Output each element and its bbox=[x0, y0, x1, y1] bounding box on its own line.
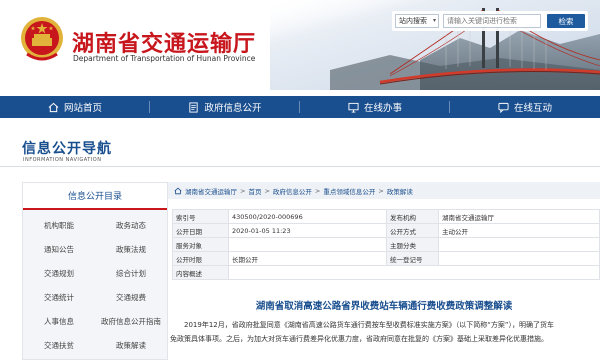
search-scope-label: 站内搜索 bbox=[399, 17, 427, 25]
computer-icon bbox=[348, 102, 359, 113]
article-title: 湖南省取消高速公路省界收费站车辆通行费收费政策调整解读 bbox=[255, 301, 513, 312]
info-value: 2020-01-05 11:23 bbox=[228, 223, 387, 238]
breadcrumb-link[interactable]: 首页 bbox=[248, 186, 261, 196]
sidebar-item[interactable]: 政策法规 bbox=[95, 244, 167, 255]
sidebar-item[interactable]: 政府信息公开指南 bbox=[95, 316, 167, 327]
sidebar-item[interactable]: 交通规划 bbox=[23, 268, 95, 279]
sidebar-item[interactable]: 综合计划 bbox=[95, 268, 167, 279]
sidebar-item[interactable]: 交通规费 bbox=[95, 292, 167, 303]
breadcrumb-separator: > bbox=[264, 186, 270, 195]
breadcrumb-separator: > bbox=[378, 186, 384, 195]
sidebar-row: 人事信息 政府信息公开指南 bbox=[23, 309, 167, 333]
sidebar-item[interactable]: 交通统计 bbox=[23, 292, 95, 303]
table-row: 公开日期 2020-01-05 11:23 公开方式 主动公开 bbox=[172, 223, 600, 238]
sidebar-grid: 机构职能 政务动态 通知公告 政策法规 交通规划 综合计划 交通统计 交通规费 … bbox=[23, 213, 167, 357]
info-value bbox=[438, 237, 600, 252]
info-key: 公开时限 bbox=[172, 251, 229, 266]
main-nav: 网站首页 政府信息公开 在线办事 在线互动 bbox=[0, 96, 600, 118]
section-title: 信息公开导航 bbox=[22, 141, 112, 157]
sidebar-item[interactable]: 政策解读 bbox=[95, 340, 167, 351]
sidebar-item[interactable]: 机构职能 bbox=[23, 220, 95, 231]
site-subtitle: Department of Transportation of Hunan Pr… bbox=[73, 54, 256, 63]
nav-label: 网站首页 bbox=[63, 103, 102, 114]
info-key: 内容概述 bbox=[172, 265, 229, 280]
sidebar-item[interactable]: 人事信息 bbox=[23, 316, 95, 327]
sidebar-heading: 信息公开目录 bbox=[23, 183, 167, 210]
sidebar-item[interactable]: 政务动态 bbox=[95, 220, 167, 231]
info-value: 主动公开 bbox=[438, 223, 600, 238]
info-key: 索引号 bbox=[172, 209, 229, 224]
sidebar-row: 通知公告 政策法规 bbox=[23, 237, 167, 261]
document-icon bbox=[189, 101, 199, 113]
breadcrumb-separator: > bbox=[314, 186, 321, 195]
info-key: 服务对象 bbox=[172, 237, 229, 252]
info-key: 公开方式 bbox=[386, 223, 439, 238]
main-content: 湖南省交通运输厅 > 首页 > 政府信息公开 > 重点领域信息公开 > 政策解读… bbox=[168, 182, 600, 360]
sidebar-item[interactable]: 通知公告 bbox=[23, 244, 95, 255]
search-button[interactable]: 检索 bbox=[547, 14, 585, 28]
info-value: 湖南省交通运输厅 bbox=[438, 209, 600, 224]
table-row: 内容概述 bbox=[172, 265, 600, 280]
nav-label: 政府信息公开 bbox=[204, 103, 262, 114]
breadcrumb-link[interactable]: 重点领域信息公开 bbox=[323, 186, 375, 196]
national-emblem-icon bbox=[21, 17, 63, 61]
sidebar-item[interactable]: 交通扶贫 bbox=[23, 340, 95, 351]
info-key: 发布机构 bbox=[386, 209, 439, 224]
info-value bbox=[438, 251, 600, 266]
table-row: 索引号 430500/2020-000696 发布机构 湖南省交通运输厅 bbox=[172, 209, 600, 224]
table-row: 服务对象 主题分类 bbox=[172, 237, 600, 252]
chat-icon bbox=[498, 102, 509, 113]
chevron-down-icon: ▾ bbox=[432, 17, 436, 24]
breadcrumb-link[interactable]: 湖南省交通运输厅 bbox=[185, 186, 237, 196]
nav-label: 在线互动 bbox=[513, 103, 552, 114]
nav-item-online-interaction[interactable]: 在线互动 bbox=[450, 96, 600, 118]
nav-item-home[interactable]: 网站首页 bbox=[0, 96, 150, 118]
section-divider bbox=[0, 166, 600, 167]
search-bar: 站内搜索 ▾ 检索 bbox=[392, 11, 588, 31]
info-value: 长期公开 bbox=[228, 251, 387, 266]
nav-item-gov-info[interactable]: 政府信息公开 bbox=[150, 96, 300, 118]
breadcrumb-separator: > bbox=[240, 186, 246, 195]
info-key: 公开日期 bbox=[172, 223, 229, 238]
info-key: 统一登记号 bbox=[386, 251, 439, 266]
nav-label: 在线办事 bbox=[363, 103, 402, 114]
sidebar-row: 机构职能 政务动态 bbox=[23, 213, 167, 237]
sidebar-row: 交通统计 交通规费 bbox=[23, 285, 167, 309]
breadcrumb: 湖南省交通运输厅 > 首页 > 政府信息公开 > 重点领域信息公开 > 政策解读 bbox=[168, 182, 600, 199]
article-paragraph: 免政策具体事项。之后，为加大对货车通行费差异化优惠力度，省政府同意在批复的《方案… bbox=[170, 335, 548, 343]
info-value bbox=[228, 265, 600, 280]
info-key: 主题分类 bbox=[386, 237, 439, 252]
site-header: 湖南省交通运输厅 Department of Transportation of… bbox=[0, 0, 600, 90]
table-row: 公开时限 长期公开 统一登记号 bbox=[172, 251, 600, 266]
section-subtitle: INFORMATION NAVIGATION bbox=[23, 157, 102, 163]
home-icon bbox=[174, 187, 182, 194]
info-value bbox=[228, 237, 387, 252]
home-icon bbox=[48, 102, 59, 112]
breadcrumb-link[interactable]: 政府信息公开 bbox=[273, 186, 312, 196]
sidebar-row: 交通扶贫 政策解读 bbox=[23, 333, 167, 357]
sidebar-row: 交通规划 综合计划 bbox=[23, 261, 167, 285]
info-value: 430500/2020-000696 bbox=[228, 209, 387, 224]
article-paragraph: 2019年12月，省政府批复同意《湖南省高速公路货车通行费按车型收费标准实施方案… bbox=[184, 321, 554, 329]
search-scope-select[interactable]: 站内搜索 ▾ bbox=[395, 14, 439, 28]
nav-item-online-service[interactable]: 在线办事 bbox=[300, 96, 450, 118]
search-input[interactable] bbox=[443, 14, 541, 28]
sidebar-directory: 信息公开目录 机构职能 政务动态 通知公告 政策法规 交通规划 综合计划 交通统… bbox=[22, 182, 168, 360]
breadcrumb-current[interactable]: 政策解读 bbox=[387, 186, 413, 196]
document-info-table: 索引号 430500/2020-000696 发布机构 湖南省交通运输厅 公开日… bbox=[172, 209, 600, 280]
